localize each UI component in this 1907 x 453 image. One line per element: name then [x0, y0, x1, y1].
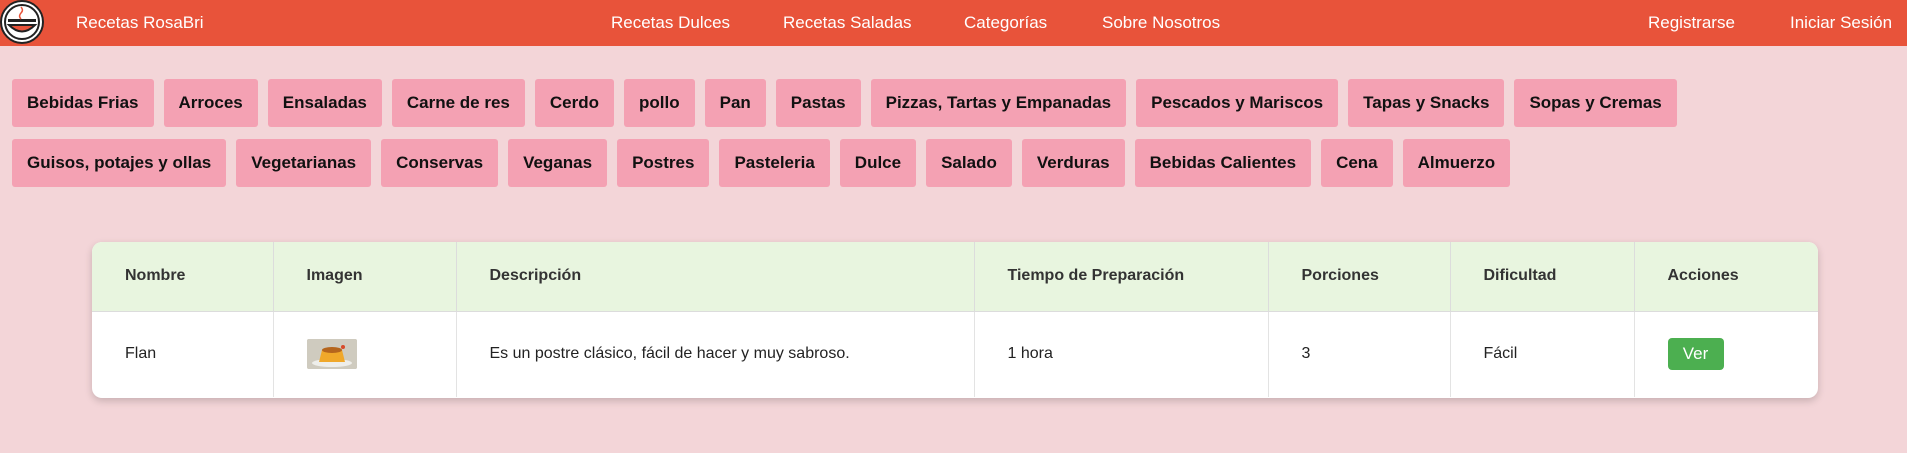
- category-list: Bebidas Frias Arroces Ensaladas Carne de…: [12, 79, 1892, 187]
- category-button[interactable]: Dulce: [839, 139, 917, 187]
- header-imagen: Imagen: [273, 242, 457, 312]
- category-button[interactable]: Cerdo: [534, 79, 614, 127]
- category-button[interactable]: Pasteleria: [719, 139, 830, 187]
- header-descripcion: Descripción: [456, 242, 975, 312]
- category-button[interactable]: Vegetarianas: [236, 139, 372, 187]
- cell-porciones: 3: [1268, 311, 1451, 397]
- header-dificultad: Dificultad: [1450, 242, 1635, 312]
- category-button[interactable]: Pescados y Mariscos: [1136, 79, 1339, 127]
- login-link[interactable]: Iniciar Sesión: [1790, 13, 1892, 33]
- nav-recetas-saladas[interactable]: Recetas Saladas: [783, 13, 912, 33]
- category-button[interactable]: Ensaladas: [267, 79, 382, 127]
- header-porciones: Porciones: [1268, 242, 1451, 312]
- category-button[interactable]: Almuerzo: [1402, 139, 1511, 187]
- flan-thumbnail-icon: [306, 339, 357, 370]
- recipes-table-card: Nombre Imagen Descripción Tiempo de Prep…: [92, 242, 1818, 398]
- nav-sobre-nosotros[interactable]: Sobre Nosotros: [1102, 13, 1220, 33]
- category-button[interactable]: Guisos, potajes y ollas: [12, 139, 227, 187]
- category-button[interactable]: Conservas: [381, 139, 499, 187]
- table-row: Flan Es un postre clásico, fácil de hace…: [92, 311, 1818, 397]
- category-button[interactable]: Pizzas, Tartas y Empanadas: [870, 79, 1127, 127]
- category-button[interactable]: pollo: [624, 79, 695, 127]
- table-header-row: Nombre Imagen Descripción Tiempo de Prep…: [92, 242, 1818, 312]
- category-button[interactable]: Carne de res: [391, 79, 525, 127]
- category-button[interactable]: Pastas: [775, 79, 861, 127]
- view-button[interactable]: Ver: [1667, 338, 1724, 371]
- navbar: Recetas RosaBri Recetas Dulces Recetas S…: [0, 0, 1907, 46]
- category-button[interactable]: Salado: [926, 139, 1012, 187]
- header-tiempo: Tiempo de Preparación: [974, 242, 1269, 312]
- register-link[interactable]: Registrarse: [1648, 13, 1735, 33]
- recipes-table: Nombre Imagen Descripción Tiempo de Prep…: [92, 242, 1818, 397]
- category-button[interactable]: Pan: [704, 79, 766, 127]
- cell-acciones: Ver: [1634, 311, 1818, 397]
- category-button[interactable]: Veganas: [508, 139, 608, 187]
- header-acciones: Acciones: [1634, 242, 1818, 312]
- category-button[interactable]: Verduras: [1021, 139, 1125, 187]
- category-button[interactable]: Postres: [617, 139, 710, 187]
- category-button[interactable]: Bebidas Calientes: [1134, 139, 1312, 187]
- nav-recetas-dulces[interactable]: Recetas Dulces: [611, 13, 730, 33]
- category-button[interactable]: Tapas y Snacks: [1348, 79, 1505, 127]
- category-button[interactable]: Sopas y Cremas: [1514, 79, 1677, 127]
- category-button[interactable]: Cena: [1321, 139, 1393, 187]
- cell-nombre: Flan: [92, 311, 274, 397]
- brand-link[interactable]: Recetas RosaBri: [76, 13, 204, 33]
- cell-descripcion: Es un postre clásico, fácil de hacer y m…: [456, 311, 975, 397]
- cell-imagen: [273, 311, 457, 397]
- nav-categorias[interactable]: Categorías: [964, 13, 1047, 33]
- category-button[interactable]: Arroces: [163, 79, 258, 127]
- cell-dificultad: Fácil: [1450, 311, 1635, 397]
- logo-icon[interactable]: [0, 0, 46, 46]
- cell-tiempo: 1 hora: [974, 311, 1269, 397]
- header-nombre: Nombre: [92, 242, 274, 312]
- category-button[interactable]: Bebidas Frias: [12, 79, 154, 127]
